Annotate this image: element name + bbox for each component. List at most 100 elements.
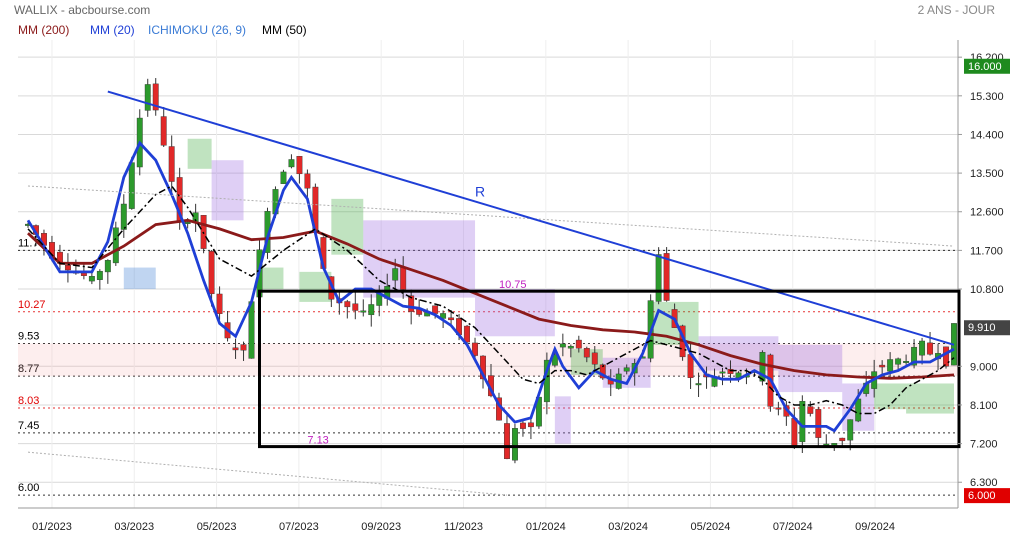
candle-body	[663, 253, 670, 301]
high-price-tag: 16.000	[968, 61, 1002, 73]
candle-body	[344, 301, 351, 308]
candle-body	[855, 398, 862, 422]
candle-body	[240, 344, 247, 351]
candle-body	[887, 359, 894, 372]
y-tick-label: 11.700	[970, 245, 1003, 257]
candle-body	[831, 443, 838, 446]
candle-body	[104, 260, 111, 273]
candle-body	[96, 270, 103, 280]
y-tick-label: 6.300	[970, 477, 998, 489]
y-tick-label: 10.800	[970, 284, 1004, 296]
y-tick-label: 9.000	[970, 361, 998, 373]
chart-title: WALLIX - abcbourse.com	[14, 3, 150, 17]
y-tick-label: 13.500	[970, 168, 1004, 180]
candle-body	[208, 251, 215, 295]
candle-body	[895, 358, 902, 365]
candle-body	[432, 305, 439, 314]
candle-body	[392, 268, 399, 281]
chart-period: 2 ANS - JOUR	[918, 3, 996, 17]
candle-body	[591, 352, 598, 365]
cloud-segment	[554, 396, 571, 444]
candle-body	[719, 371, 726, 374]
candle-body	[847, 419, 854, 441]
candle-body	[144, 84, 151, 111]
candle-body	[504, 423, 510, 460]
candle-body	[216, 293, 223, 314]
price-tags: 16.000 6.000 9.910	[964, 58, 1010, 504]
last-price-tag: 9.910	[968, 322, 996, 334]
y-tick-label: 15.300	[970, 91, 1004, 103]
candle-body	[112, 227, 119, 264]
candle-body	[903, 361, 910, 363]
level-label: 8.03	[18, 395, 39, 407]
legend-item-mm50: MM (50)	[262, 23, 307, 37]
candle-body	[927, 342, 933, 355]
candle-body	[879, 364, 886, 368]
candle-body	[559, 343, 566, 348]
candle-body	[695, 383, 702, 386]
candle-body	[304, 173, 311, 189]
candle-body	[288, 159, 295, 168]
candle-body	[232, 347, 239, 351]
lower-channel-line	[27, 451, 508, 496]
candle-body	[128, 162, 135, 209]
upper-channel-line	[27, 185, 955, 247]
legend-item-ichimoku: ICHIMOKU (26, 9)	[148, 23, 246, 37]
candle-body	[464, 325, 470, 343]
candle-body	[296, 156, 303, 175]
candle-body	[368, 304, 375, 316]
resistance-label: R	[475, 184, 485, 200]
cloud-segment	[187, 138, 212, 169]
candle-body	[400, 267, 407, 290]
candle-body	[352, 303, 359, 311]
y-tick-label: 7.200	[970, 439, 998, 451]
x-tick-label: 01/2023	[32, 521, 72, 533]
range-top-label: 10.75	[499, 279, 527, 291]
x-tick-label: 09/2023	[361, 521, 401, 533]
y-tick-label: 14.400	[970, 129, 1004, 141]
candle-body	[799, 401, 806, 443]
candle-body	[655, 254, 662, 302]
candle-body	[80, 272, 87, 276]
candle-body	[943, 346, 949, 367]
candle-body	[839, 437, 846, 442]
x-tick-label: 05/2024	[691, 521, 731, 533]
candle-body	[807, 406, 814, 414]
legend: MM (200) MM (20) ICHIMOKU (26, 9) MM (50…	[18, 23, 307, 37]
candle-body	[64, 265, 71, 271]
candle-body	[519, 422, 526, 429]
cloud-segment	[906, 383, 954, 414]
range-bottom-label: 7.13	[307, 435, 328, 447]
x-tick-label: 07/2024	[773, 521, 813, 533]
chart-root: WALLIX - abcbourse.com 2 ANS - JOUR MM (…	[0, 0, 1014, 538]
candle-body	[815, 409, 822, 438]
cloud-segment	[874, 383, 907, 410]
candle-body	[160, 116, 167, 146]
level-label: 9.53	[18, 331, 39, 343]
candle-body	[512, 428, 518, 461]
candle-body	[919, 340, 926, 356]
cloud-segment	[475, 289, 555, 337]
candle-body	[248, 301, 255, 359]
candle-body	[775, 407, 782, 410]
candle-body	[623, 367, 630, 372]
cloud-segment	[123, 267, 156, 290]
cloud-segment	[259, 267, 284, 290]
stock-chart: WALLIX - abcbourse.com 2 ANS - JOUR MM (…	[14, 3, 1010, 533]
x-tick-label: 05/2023	[197, 521, 237, 533]
cloud-segment	[331, 198, 364, 255]
x-tick-label: 01/2024	[526, 521, 566, 533]
candle-body	[527, 422, 534, 428]
candle-body	[88, 276, 95, 282]
y-axis: 16.20015.30014.40013.50012.60011.70010.8…	[958, 52, 1004, 489]
candle-body	[184, 222, 191, 225]
candle-body	[791, 418, 798, 446]
level-label: 6.00	[18, 482, 39, 494]
x-tick-label: 03/2024	[608, 521, 648, 533]
candle-body	[280, 171, 287, 184]
y-tick-label: 12.600	[970, 207, 1004, 219]
candle-body	[567, 346, 574, 349]
legend-item-mm200: MM (200)	[18, 23, 69, 37]
x-tick-label: 03/2023	[114, 521, 154, 533]
candle-body	[168, 146, 175, 182]
